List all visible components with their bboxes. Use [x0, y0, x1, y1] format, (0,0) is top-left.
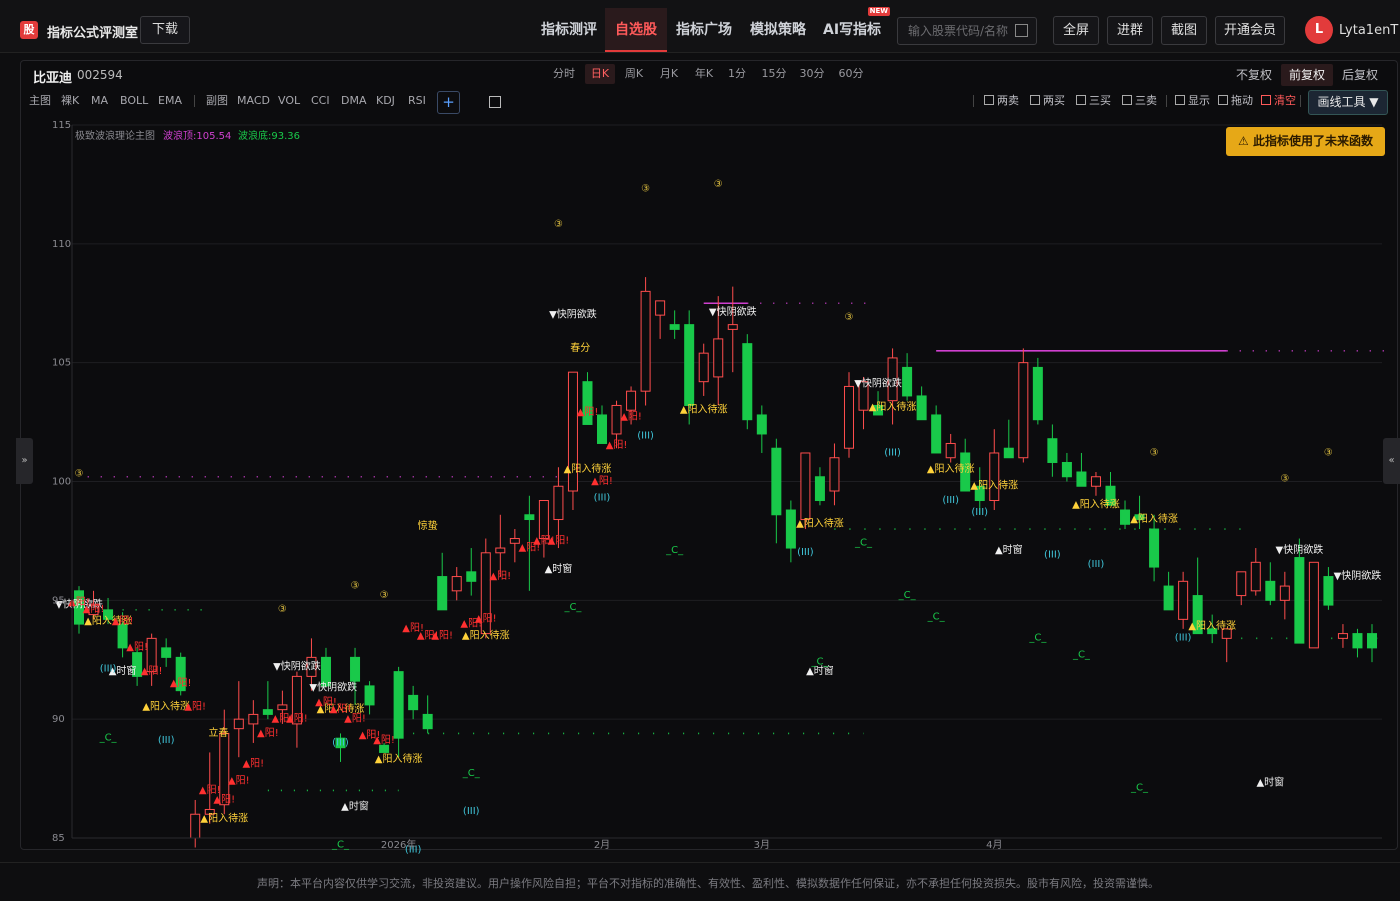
period-tab-60min[interactable]: 60分 [837, 64, 865, 84]
disclaimer-text: 声明：本平台内容仅供学习交流，非投资建议。用户操作风险自担；平台不对指标的准确性… [257, 877, 1159, 890]
app-logo-icon: 股 [20, 21, 38, 39]
filter-three-buy[interactable]: 三买 [1076, 91, 1111, 111]
close-indicator-icon[interactable] [489, 96, 501, 108]
join-group-button[interactable]: 进群 [1107, 16, 1153, 45]
nav-item-indicator-plaza[interactable]: 指标广场 [676, 8, 732, 52]
tool-rsi[interactable]: RSI [408, 91, 426, 111]
checkbox-icon [1218, 95, 1228, 105]
period-tab-intraday[interactable]: 分时 [550, 64, 578, 84]
future-function-warning[interactable]: ⚠ 此指标使用了未来函数 [1226, 127, 1385, 156]
main-chart-label: 主图 [29, 94, 51, 107]
top-bar: 股 指标公式评测室 下载 指标测评 自选股 指标广场 模拟策略 AI写指标 NE… [0, 0, 1400, 53]
tool-macd[interactable]: MACD [237, 91, 270, 111]
app-title: 指标公式评测室 [47, 26, 139, 41]
period-tab-30min[interactable]: 30分 [798, 64, 826, 84]
filter-two-sell[interactable]: 两卖 [984, 91, 1019, 111]
avatar[interactable]: L [1305, 16, 1333, 44]
adjust-none[interactable]: 不复权 [1236, 64, 1272, 86]
fullscreen-button[interactable]: 全屏 [1053, 16, 1099, 45]
drawing-tools-button[interactable]: 画线工具 ▼ [1308, 90, 1388, 115]
toolbar-divider [1166, 95, 1167, 107]
period-tab-year[interactable]: 年K [692, 64, 716, 84]
nav-item-indicator-review[interactable]: 指标测评 [541, 8, 597, 52]
period-tab-day[interactable]: 日K [585, 64, 615, 84]
toolbar-divider [194, 95, 195, 107]
period-tab-1min[interactable]: 1分 [727, 64, 747, 84]
filter-label: 三卖 [1135, 94, 1157, 107]
search-input[interactable] [906, 18, 1018, 44]
adjust-backward[interactable]: 后复权 [1342, 64, 1378, 86]
new-badge: NEW [867, 7, 891, 16]
chart-panel [20, 60, 1398, 850]
footer: 声明：本平台内容仅供学习交流，非投资建议。用户操作风险自担；平台不对指标的准确性… [0, 862, 1400, 901]
tool-ema[interactable]: EMA [158, 91, 182, 111]
checkbox-icon [1030, 95, 1040, 105]
stock-name: 比亚迪 [33, 71, 73, 86]
user-name[interactable]: Lyta1enT [1339, 23, 1398, 38]
stock-search [897, 17, 1037, 45]
period-tab-week[interactable]: 周K [622, 64, 646, 84]
tool-boll[interactable]: BOLL [120, 91, 148, 111]
expand-left-icon[interactable]: » [16, 438, 33, 484]
nav-item-sim-strategy[interactable]: 模拟策略 [750, 8, 806, 52]
add-indicator-button[interactable]: + [437, 91, 460, 114]
vip-button[interactable]: 开通会员 [1215, 16, 1285, 45]
tool-vol[interactable]: VOL [278, 91, 300, 111]
period-tab-month[interactable]: 月K [657, 64, 681, 84]
clear-button[interactable]: 清空 [1261, 91, 1296, 111]
filter-label: 显示 [1188, 94, 1210, 107]
filter-label: 三买 [1089, 94, 1111, 107]
nav-item-watchlist[interactable]: 自选股 [605, 8, 667, 52]
checkbox-icon [1122, 95, 1132, 105]
tool-ma[interactable]: MA [91, 91, 108, 111]
expand-right-icon[interactable]: « [1383, 438, 1400, 484]
tool-dma[interactable]: DMA [341, 91, 367, 111]
nav-item-ai-label: AI写指标 [823, 22, 882, 38]
nav-item-ai-indicator[interactable]: AI写指标 NEW [823, 7, 891, 52]
tool-kdj[interactable]: KDJ [376, 91, 395, 111]
checkbox-icon [1175, 95, 1185, 105]
tool-bare-k[interactable]: 裸K [61, 91, 79, 111]
filter-drag[interactable]: 拖动 [1218, 91, 1253, 111]
clear-label: 清空 [1274, 94, 1296, 107]
checkbox-icon [1261, 95, 1271, 105]
screenshot-button[interactable]: 截图 [1161, 16, 1207, 45]
download-button[interactable]: 下载 [140, 16, 191, 44]
filter-show[interactable]: 显示 [1175, 91, 1210, 111]
filter-three-sell[interactable]: 三卖 [1122, 91, 1157, 111]
filter-label: 两卖 [997, 94, 1019, 107]
filter-two-buy[interactable]: 两买 [1030, 91, 1065, 111]
search-clear-icon[interactable] [1015, 24, 1028, 37]
adjust-forward[interactable]: 前复权 [1281, 64, 1334, 86]
period-tab-15min[interactable]: 15分 [760, 64, 788, 84]
filter-label: 拖动 [1231, 94, 1253, 107]
checkbox-icon [984, 95, 994, 105]
stock-code: 002594 [77, 68, 123, 82]
sub-chart-label: 副图 [206, 94, 228, 107]
filter-label: 两买 [1043, 94, 1065, 107]
tool-cci[interactable]: CCI [311, 91, 330, 111]
checkbox-icon [1076, 95, 1086, 105]
toolbar-divider [1300, 95, 1301, 107]
toolbar-divider [973, 95, 974, 107]
